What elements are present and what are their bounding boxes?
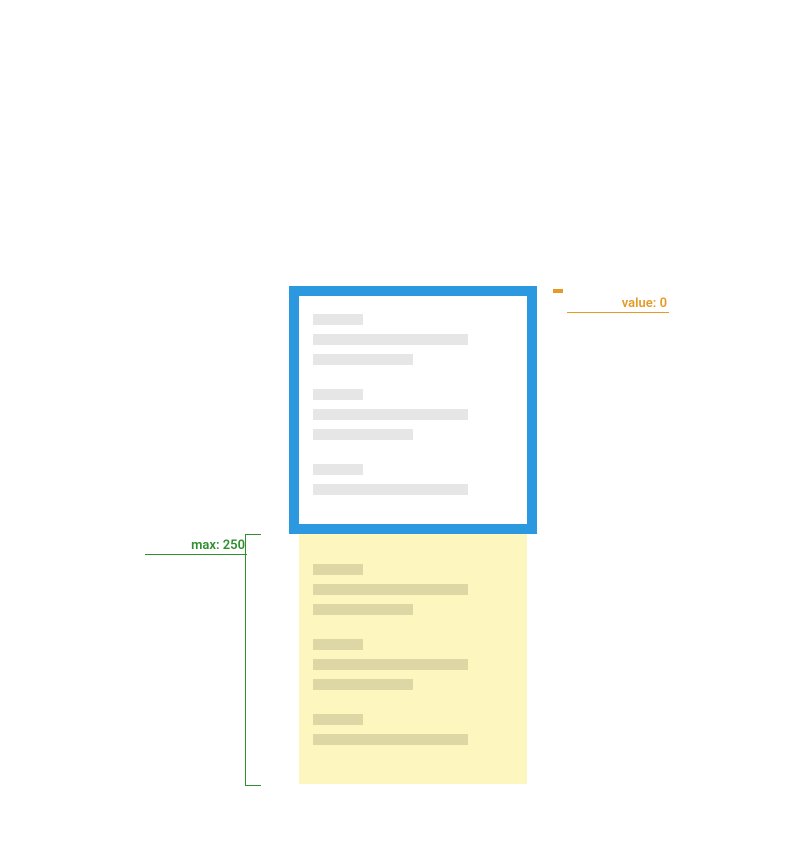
placeholder-bar: [313, 659, 468, 670]
value-marker: [553, 289, 563, 293]
overflow-content: [299, 534, 527, 745]
placeholder-bar: [313, 639, 363, 650]
placeholder-bar: [313, 429, 413, 440]
viewport-box: [289, 286, 537, 534]
placeholder-bar: [313, 354, 413, 365]
content-block: [313, 314, 513, 365]
max-label: max: 250: [145, 538, 247, 555]
placeholder-bar: [313, 714, 363, 725]
content-block: [313, 639, 513, 690]
placeholder-bar: [313, 464, 363, 475]
placeholder-bar: [313, 484, 468, 495]
content-block: [313, 464, 513, 495]
placeholder-bar: [313, 314, 363, 325]
placeholder-bar: [313, 679, 413, 690]
placeholder-bar: [313, 604, 413, 615]
max-bracket: [245, 534, 261, 786]
placeholder-bar: [313, 389, 363, 400]
placeholder-bar: [313, 584, 468, 595]
placeholder-bar: [313, 409, 468, 420]
overflow-panel: [299, 534, 527, 784]
placeholder-bar: [313, 734, 468, 745]
value-label: value: 0: [567, 296, 669, 313]
placeholder-bar: [313, 334, 468, 345]
placeholder-bar: [313, 564, 363, 575]
content-block: [313, 564, 513, 615]
viewport-content: [299, 296, 527, 533]
content-block: [313, 714, 513, 745]
content-block: [313, 389, 513, 440]
